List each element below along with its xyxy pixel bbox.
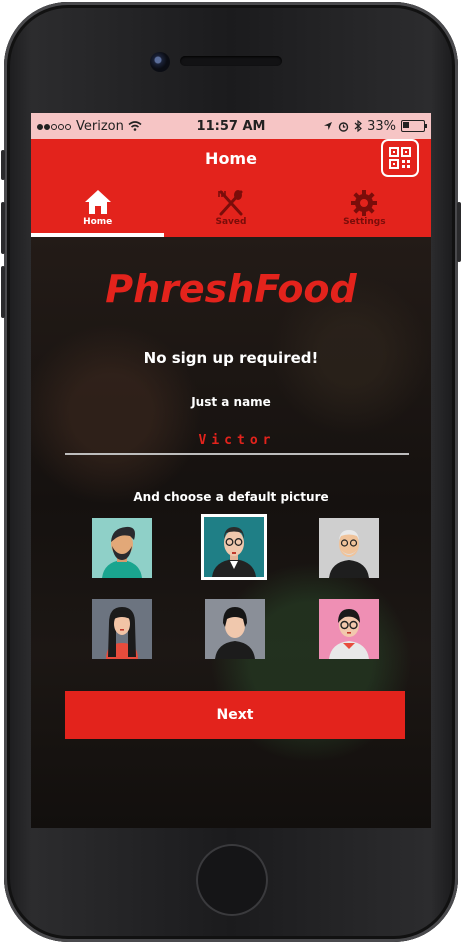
alarm-icon: [338, 121, 349, 132]
location-icon: [324, 122, 333, 130]
tab-saved[interactable]: Saved: [164, 187, 297, 237]
nav-bar: Home Home Saved Settings: [31, 139, 431, 237]
main-content: PhreshFood No sign up required! Just a n…: [31, 237, 431, 828]
side-button: [1, 150, 5, 180]
tab-home[interactable]: Home: [31, 187, 164, 237]
name-input[interactable]: [65, 427, 409, 455]
avatar-man-dark-hair[interactable]: [205, 599, 265, 659]
avatar-bearded-man[interactable]: [92, 518, 152, 578]
speaker-grille: [180, 56, 282, 66]
bluetooth-icon: [354, 120, 363, 132]
avatar-old-man-image: [319, 518, 379, 578]
brand-logo: PhreshFood: [105, 267, 357, 311]
avatar-woman-glasses-image: [319, 599, 379, 659]
avatar-old-man[interactable]: [319, 518, 379, 578]
home-icon: [84, 190, 111, 214]
qr-code-button[interactable]: [381, 139, 419, 177]
gear-icon: [351, 190, 378, 216]
avatar-woman-long-hair[interactable]: [92, 599, 152, 659]
avatar-man-dark-hair-image: [205, 599, 265, 659]
qr-code-icon: [389, 147, 411, 169]
tagline: No sign up required!: [143, 349, 319, 367]
tab-settings[interactable]: Settings: [298, 187, 431, 237]
status-bar: Verizon 11:57 AM 33%: [31, 113, 431, 139]
avatar-woman-glasses[interactable]: [319, 599, 379, 659]
avatar-man-glasses[interactable]: [201, 514, 267, 580]
volume-down-button: [1, 266, 5, 318]
battery-percent: 33%: [367, 118, 396, 134]
tab-home-label: Home: [83, 217, 113, 227]
tab-saved-label: Saved: [215, 217, 247, 227]
camera-icon: [150, 52, 170, 72]
name-label: Just a name: [191, 395, 271, 409]
tab-bar: Home Saved Settings: [31, 187, 431, 237]
page-title: Home: [205, 149, 257, 168]
avatar-bearded-man-image: [92, 518, 152, 578]
utensils-icon: [218, 190, 243, 216]
volume-up-button: [1, 202, 5, 254]
avatar-woman-long-hair-image: [92, 599, 152, 659]
choose-picture-label: And choose a default picture: [133, 490, 329, 504]
next-button[interactable]: Next: [65, 691, 405, 739]
status-right: 33%: [323, 118, 427, 134]
home-button[interactable]: [196, 844, 268, 916]
avatar-man-glasses-image: [204, 517, 264, 577]
battery-icon: [401, 120, 427, 132]
power-button: [457, 202, 461, 262]
tab-settings-label: Settings: [343, 217, 386, 227]
screen: Verizon 11:57 AM 33% Home Home Saved Set…: [31, 113, 431, 828]
